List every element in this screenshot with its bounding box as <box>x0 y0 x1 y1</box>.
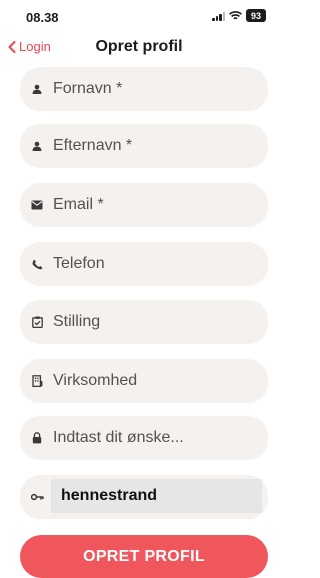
password-field[interactable]: hennestrand <box>20 475 268 519</box>
first-name-field[interactable]: Fornavn * <box>20 67 268 111</box>
last-name-field[interactable]: Efternavn * <box>20 124 268 168</box>
job-title-placeholder: Stilling <box>53 313 101 330</box>
status-icons: 93 <box>212 9 266 22</box>
phone-field[interactable]: Telefon <box>20 242 268 286</box>
wifi-icon <box>229 10 242 19</box>
phone-icon <box>30 257 44 271</box>
envelope-icon <box>30 198 44 212</box>
status-bar: 08.38 93 <box>0 0 278 30</box>
company-field[interactable]: Virksomhed <box>20 359 268 403</box>
create-profile-button[interactable]: OPRET PROFIL <box>20 535 268 578</box>
building-icon <box>30 374 44 388</box>
desired-password-field[interactable]: Indtast dit ønske... <box>20 416 268 460</box>
first-name-placeholder: Fornavn * <box>53 80 123 97</box>
company-placeholder: Virksomhed <box>53 372 138 389</box>
email-field[interactable]: Email * <box>20 183 268 227</box>
clipboard-check-icon <box>30 315 44 329</box>
battery-indicator: 93 <box>246 9 266 22</box>
nav-bar: Login Opret profil <box>0 30 278 66</box>
email-placeholder: Email * <box>53 196 104 213</box>
status-time: 08.38 <box>26 10 59 25</box>
password-value: hennestrand <box>51 479 262 513</box>
page-title: Opret profil <box>95 38 183 55</box>
lock-icon <box>30 431 44 445</box>
person-icon <box>30 139 44 153</box>
phone-placeholder: Telefon <box>53 255 105 272</box>
last-name-placeholder: Efternavn * <box>53 137 133 154</box>
job-title-field[interactable]: Stilling <box>20 300 268 344</box>
desired-password-placeholder: Indtast dit ønske... <box>53 429 184 446</box>
key-icon <box>30 490 44 504</box>
cellular-signal-icon <box>212 11 225 21</box>
person-icon <box>30 82 44 96</box>
